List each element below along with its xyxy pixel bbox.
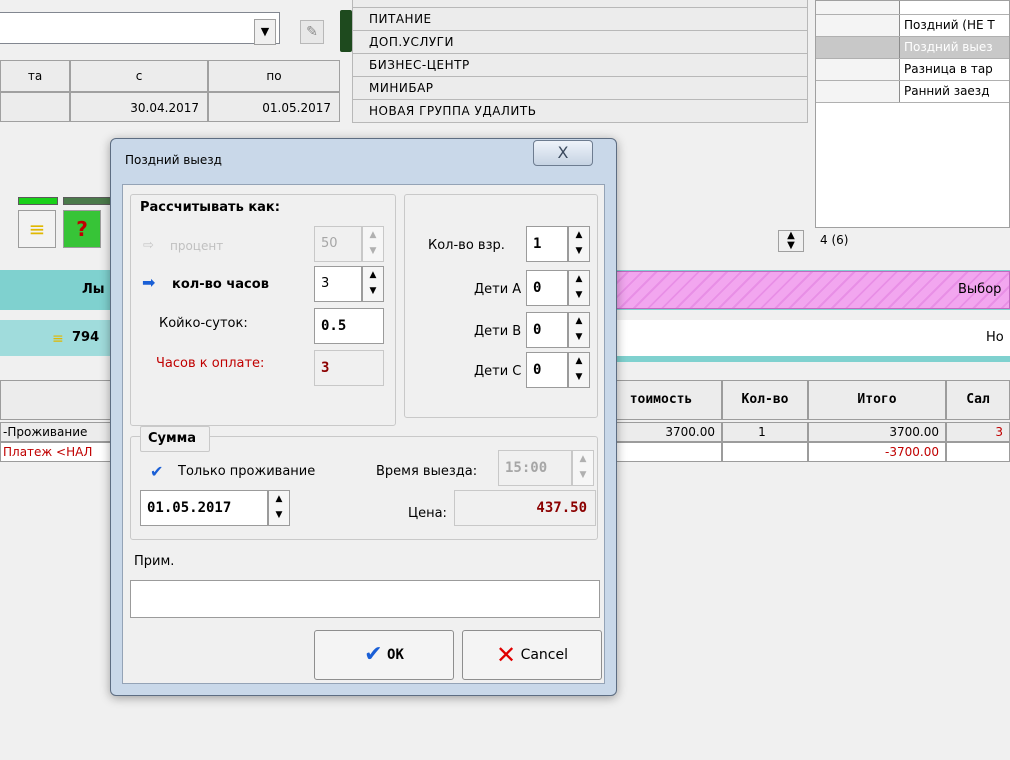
list-item[interactable]: БИЗНЕС-ЦЕНТР [352,54,808,77]
cancel-button-label: Cancel [520,647,568,663]
coins-small-icon: ≡ [52,331,64,347]
percent-arrow-icon: ⇨ [143,238,154,253]
price-label: Цена: [408,506,447,521]
green-indicator-bar [340,10,352,52]
adults-label: Кол-во взр. [428,238,505,253]
list-spin-icon[interactable]: ▲ ▼ [778,230,804,252]
col-header-balance[interactable]: Сал [946,380,1010,420]
date-input[interactable]: 01.05.2017 [140,490,268,526]
list-item[interactable]: Ранний заезд [816,81,1009,103]
row-qty-2[interactable] [722,442,808,462]
cancel-button[interactable]: ✕ Cancel [462,630,602,680]
combo-dropdown-icon[interactable]: ▼ [254,19,276,45]
close-icon[interactable]: X [533,140,593,166]
header-cell-from: с [70,60,208,92]
services-list[interactable]: Поздний (НЕ Т Поздний выез Разница в тар… [815,0,1010,228]
nights-label: Койко-суток: [159,316,248,331]
nights-input[interactable]: 0.5 [314,308,384,344]
check-icon: ✔ [364,642,383,667]
list-item[interactable]: НОВАЯ ГРУППА УДАЛИТЬ [352,100,808,123]
col-header-total[interactable]: Итого [808,380,946,420]
help-icon[interactable]: ? [63,210,101,248]
child-a-label: Дети А [474,282,522,297]
child-a-spin-icon[interactable]: ▲ ▼ [568,270,590,306]
list-item-label: Разница в тар [904,62,993,76]
percent-input[interactable]: 50 [314,226,362,262]
date-spin-icon[interactable]: ▲ ▼ [268,490,290,526]
list-item[interactable]: ДОП.УСЛУГИ [352,31,808,54]
percent-spin-icon[interactable]: ▲ ▼ [362,226,384,262]
row-qty-1[interactable]: 1 [722,422,808,442]
note-label: Прим. [134,554,175,569]
guest-band-label: Лы [82,282,105,297]
status-strip-dark [63,197,111,205]
checkout-time-spin-icon[interactable]: ▲ ▼ [572,450,594,486]
list-item[interactable]: Поздний (НЕ Т [816,15,1009,37]
list-item[interactable]: ПИТАНИЕ [352,8,808,31]
child-b-spin-icon[interactable]: ▲ ▼ [568,312,590,348]
service-groups-list[interactable]: ПИТАНИЕ ДОП.УСЛУГИ БИЗНЕС-ЦЕНТР МИНИБАР … [352,0,808,123]
row-total-1[interactable]: 3700.00 [808,422,946,442]
status-strip-green [18,197,58,205]
checkout-time-input[interactable]: 15:00 [498,450,572,486]
child-b-label: Дети В [474,324,522,339]
child-b-input[interactable]: 0 [526,312,568,348]
row-price-2[interactable] [600,442,722,462]
adults-spin-icon[interactable]: ▲ ▼ [568,226,590,262]
row-balance-1[interactable]: 3 [946,422,1010,442]
hours-input[interactable]: 3 [314,266,362,302]
selection-band-label: Выбор [958,282,1002,297]
percent-option-label[interactable]: процент [170,239,223,253]
value-cell-to: 01.05.2017 [208,92,340,122]
child-a-input[interactable]: 0 [526,270,568,306]
coins-icon[interactable]: ≡ [18,210,56,248]
list-item[interactable]: Разница в тар [816,59,1009,81]
hours-spin-icon[interactable]: ▲ ▼ [362,266,384,302]
pay-hours-value: 3 [314,350,384,386]
amount-label: 794 [72,330,100,345]
value-cell-from: 30.04.2017 [70,92,208,122]
price-value: 437.50 [454,490,596,526]
only-living-label[interactable]: Только проживание [178,464,315,479]
row-balance-2[interactable] [946,442,1010,462]
col-header-qty[interactable]: Кол-во [722,380,808,420]
ok-button[interactable]: ✔ OK [314,630,454,680]
list-item-label: Ранний заезд [904,84,990,98]
header-cell-to: по [208,60,340,92]
hours-arrow-icon: ➡ [142,273,156,292]
top-combo-box[interactable] [0,12,280,44]
dialog-title: Поздний выезд [125,153,222,167]
count-label: 4 (6) [820,233,849,247]
value-cell-empty [0,92,70,122]
child-c-input[interactable]: 0 [526,352,568,388]
header-cell-date: та [0,60,70,92]
hours-option-label[interactable]: кол-во часов [172,277,269,292]
child-c-label: Дети С [474,364,522,379]
row-price-1[interactable]: 3700.00 [600,422,722,442]
row-total-2[interactable]: -3700.00 [808,442,946,462]
teal-separator [600,356,1010,362]
right-no-label: Но [986,330,1004,345]
sum-heading: Сумма [148,431,197,446]
amount-right-panel [600,320,1010,356]
selection-band[interactable] [600,271,1010,309]
cross-icon: ✕ [496,641,517,669]
list-item[interactable]: МИНИБАР [352,77,808,100]
calc-heading: Рассчитывать как: [140,200,280,215]
note-input[interactable] [130,580,600,618]
col-header-cost[interactable]: тоимость [600,380,722,420]
list-item[interactable] [352,0,808,8]
child-c-spin-icon[interactable]: ▲ ▼ [568,352,590,388]
list-item-label: Поздний выез [904,40,993,54]
pay-hours-label: Часов к оплате: [156,356,265,371]
ok-button-label: OK [387,647,404,663]
list-item-label: Поздний (НЕ Т [904,18,995,32]
adults-input[interactable]: 1 [526,226,568,262]
checkout-time-label: Время выезда: [376,464,478,479]
list-item[interactable] [816,1,1009,15]
edit-pencil-icon[interactable]: ✎ [300,20,324,44]
checkbox-check-icon[interactable]: ✔ [150,462,163,481]
list-item-selected[interactable]: Поздний выез [816,37,1009,59]
